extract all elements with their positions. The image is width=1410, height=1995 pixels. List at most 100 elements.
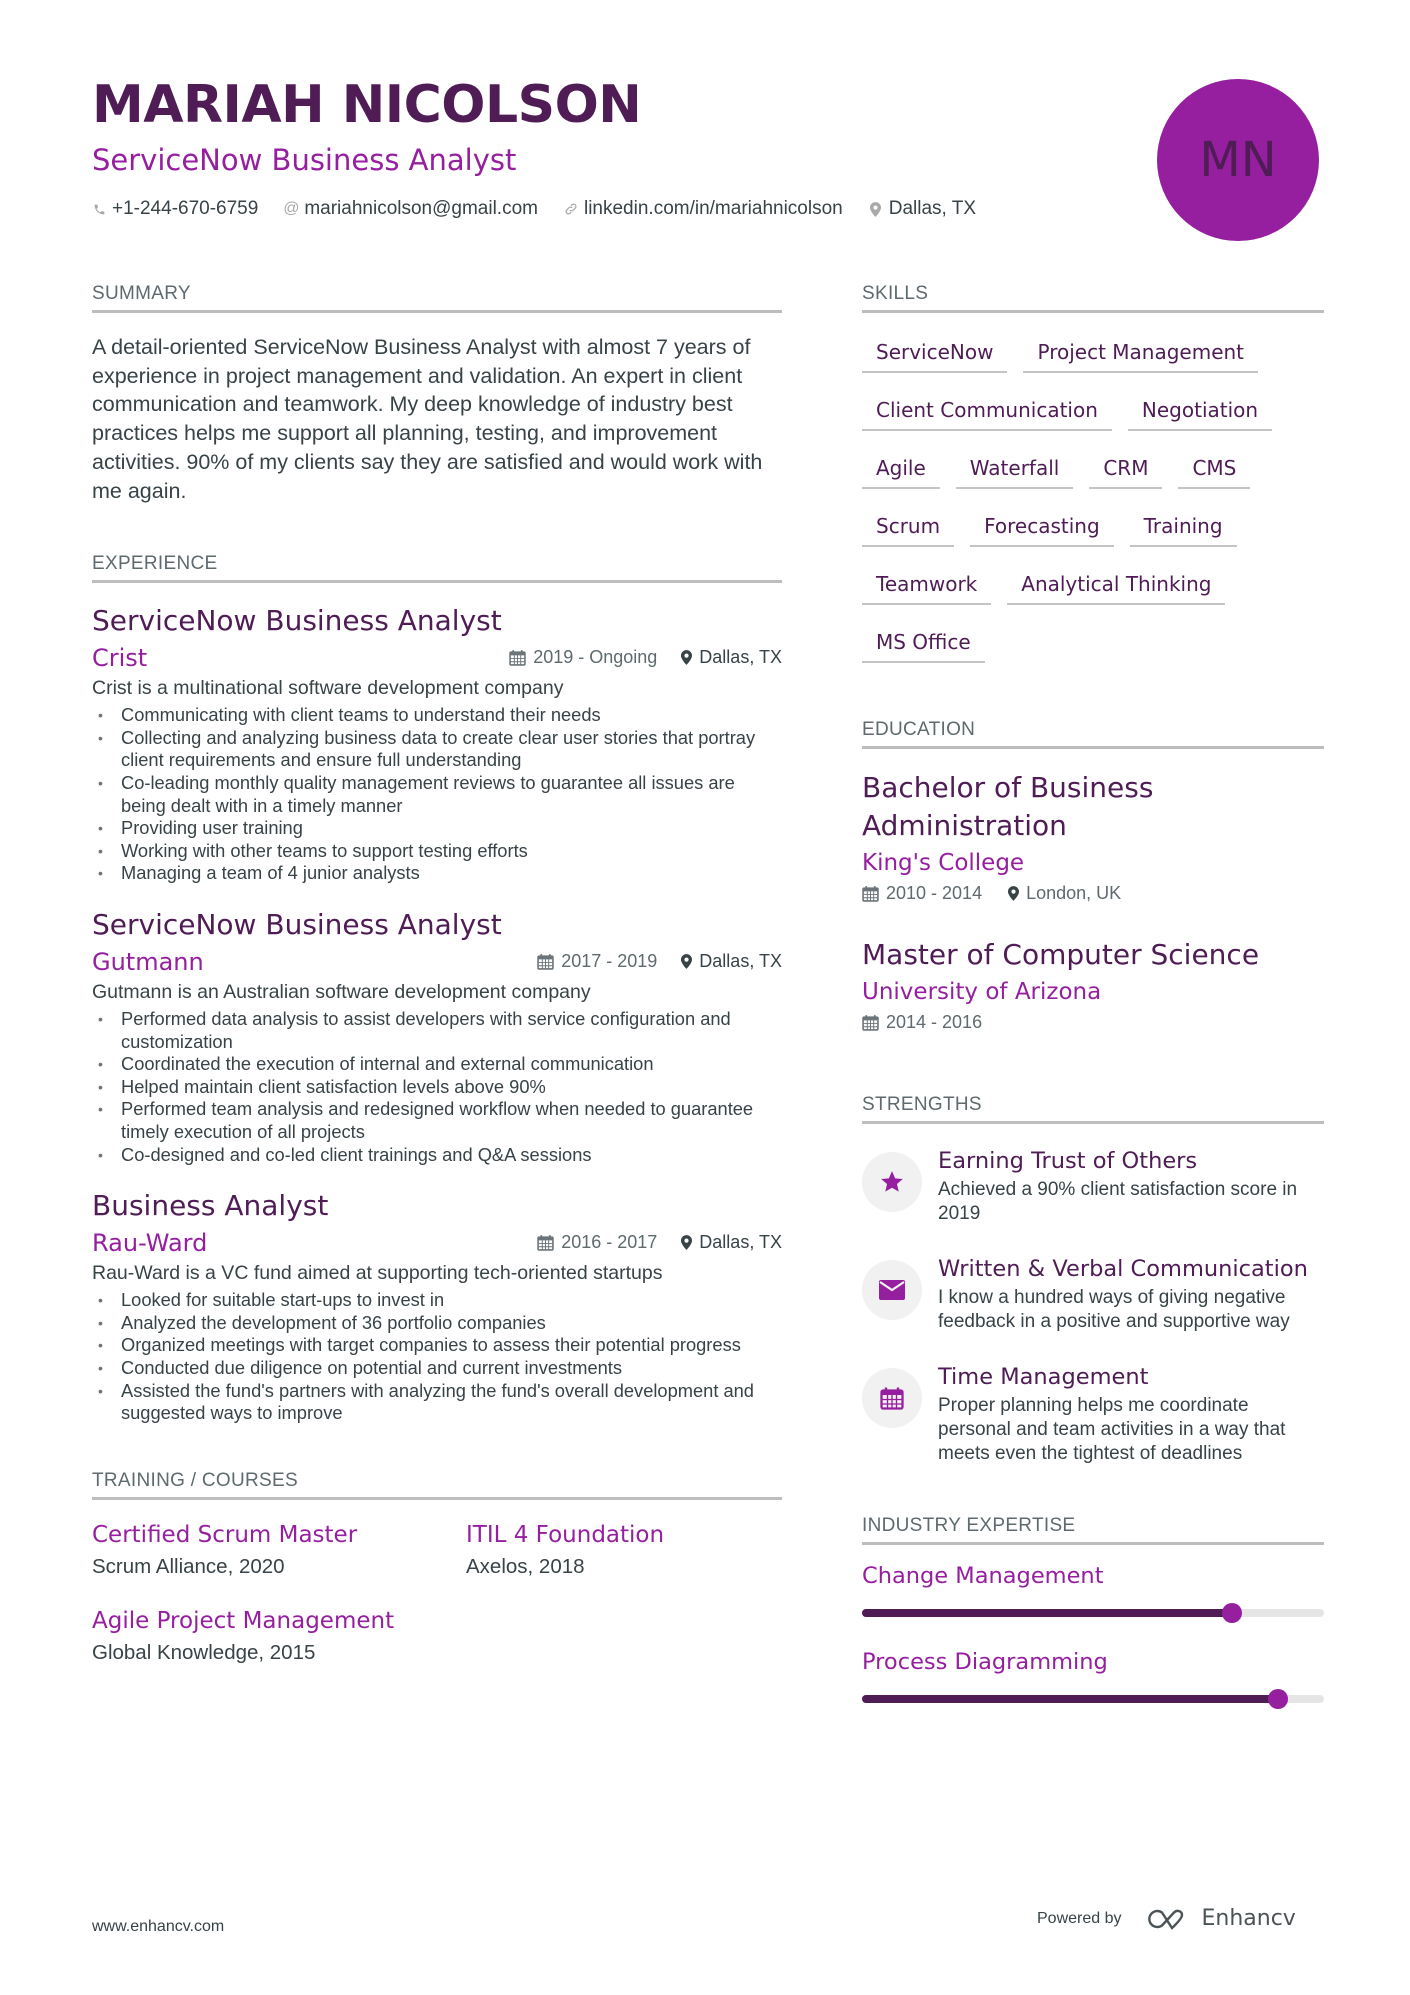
expertise-level-knob <box>1267 1689 1288 1709</box>
summary-text: A detail-oriented ServiceNow Business An… <box>92 335 763 503</box>
job-entry: ServiceNow Business Analyst Crist 2019 -… <box>92 603 782 885</box>
job-description: Crist is a multinational software develo… <box>92 677 564 700</box>
education-list: Bachelor of Business Administration King… <box>862 769 1324 1033</box>
job-entry: ServiceNow Business Analyst Gutmann 2017… <box>92 907 782 1166</box>
skill-tag: CRM <box>1089 451 1163 489</box>
education-meta: 2014 - 2016 <box>862 1012 1324 1033</box>
job-bullet: Co-designed and co-led client trainings … <box>92 1144 782 1167</box>
location-pin-icon <box>681 1235 693 1250</box>
expertise-item: Process Diagramming <box>862 1647 1324 1709</box>
skill-tag: Training <box>1129 509 1237 547</box>
job-dates-text: 2016 - 2017 <box>561 1232 658 1253</box>
expertise-level-knob <box>1221 1603 1242 1623</box>
calendar-icon <box>862 885 879 902</box>
strength-list: Earning Trust of Others Achieved a 90% c… <box>862 1146 1324 1466</box>
job-location: Dallas, TX <box>681 951 782 972</box>
strength-item: Earning Trust of Others Achieved a 90% c… <box>862 1146 1324 1226</box>
footer-website[interactable]: www.enhancv.com <box>92 1918 224 1936</box>
contact-email[interactable]: @ mariahnicolson@gmail.com <box>283 198 538 220</box>
contact-list: +1-244-670-6759 @ mariahnicolson@gmail.c… <box>92 198 1092 220</box>
strength-title: Written & Verbal Communication <box>938 1256 1308 1282</box>
contact-location: Dallas, TX <box>869 198 976 220</box>
contact-linkedin-text: linkedin.com/in/mariahnicolson <box>583 198 843 219</box>
education-dates: 2010 - 2014 <box>862 883 982 904</box>
strengths-section: STRENGTHS Earning Trust of Others Achiev… <box>862 1093 1324 1466</box>
skill-tag: ServiceNow <box>862 335 1008 373</box>
job-bullet: Organized meetings with target companies… <box>92 1334 782 1357</box>
job-location: Dallas, TX <box>681 1232 782 1253</box>
education-entry: Master of Computer Science University of… <box>862 936 1324 1033</box>
training-item: ITIL 4 Foundation Axelos, 2018 <box>466 1520 782 1584</box>
skill-tag: Negotiation <box>1127 393 1273 431</box>
section-title-training: TRAINING / COURSES <box>92 1469 782 1500</box>
skill-list: ServiceNow Project Management Client Commu… <box>862 335 1324 663</box>
skill-tag: Scrum <box>862 509 955 547</box>
industry-expertise-section: INDUSTRY EXPERTISE Change Management Pro… <box>862 1514 1324 1709</box>
strength-body: Written & Verbal Communication I know a … <box>938 1254 1324 1334</box>
training-item: Agile Project Management Global Knowledg… <box>92 1606 466 1670</box>
education-degree: Bachelor of Business Administration <box>862 771 1154 842</box>
job-meta-row: Crist 2019 - Ongoing Dallas, TX <box>92 643 782 673</box>
education-dates: 2014 - 2016 <box>862 1012 982 1033</box>
at-icon: @ <box>283 200 300 217</box>
summary-section: SUMMARY A detail-oriented ServiceNow Bus… <box>92 282 782 505</box>
section-title-industry-expertise: INDUSTRY EXPERTISE <box>862 1514 1324 1545</box>
strength-body: Time Management Proper planning helps me… <box>938 1362 1324 1466</box>
education-location: London, UK <box>1008 883 1121 904</box>
job-bullet: Performed team analysis and redesigned w… <box>92 1098 782 1143</box>
education-entry: Bachelor of Business Administration King… <box>862 769 1324 904</box>
right-column: SKILLS ServiceNow Project Management Clien… <box>862 282 1324 1709</box>
expertise-level-fill <box>862 1695 1278 1703</box>
strength-item: Written & Verbal Communication I know a … <box>862 1254 1324 1334</box>
job-bullet: Collecting and analyzing business data t… <box>92 727 782 772</box>
skill-tag: Waterfall <box>955 451 1074 489</box>
calendar-icon <box>537 1234 554 1251</box>
section-title-strengths: STRENGTHS <box>862 1093 1324 1124</box>
location-pin-icon <box>869 201 883 217</box>
expertise-level-bar <box>862 1689 1324 1709</box>
section-title-summary: SUMMARY <box>92 282 782 313</box>
education-dates-text: 2014 - 2016 <box>886 1012 983 1032</box>
job-dates: 2019 - Ongoing <box>509 647 657 668</box>
contact-location-text: Dallas, TX <box>888 198 977 219</box>
strength-description: Achieved a 90% client satisfaction score… <box>938 1179 1298 1224</box>
brand-name: Enhancv <box>1201 1906 1296 1931</box>
strength-title: Time Management <box>938 1364 1149 1390</box>
contact-phone[interactable]: +1-244-670-6759 <box>92 198 258 220</box>
expertise-list: Change Management Process Diagramming <box>862 1561 1324 1709</box>
skill-tag: Project Management <box>1023 335 1259 373</box>
job-location-text: Dallas, TX <box>699 647 782 668</box>
contact-linkedin[interactable]: linkedin.com/in/mariahnicolson <box>564 198 843 220</box>
expertise-name: Process Diagramming <box>862 1649 1108 1675</box>
skill-tag: Forecasting <box>970 509 1114 547</box>
contact-email-text: mariahnicolson@gmail.com <box>304 198 538 219</box>
job-dates-text: 2017 - 2019 <box>561 950 658 971</box>
training-org: Global Knowledge, 2015 <box>92 1640 316 1664</box>
skills-section: SKILLS ServiceNow Project Management Clien… <box>862 282 1324 663</box>
training-item: Certified Scrum Master Scrum Alliance, 2… <box>92 1520 466 1584</box>
training-name: Agile Project Management <box>92 1607 395 1634</box>
resume-header: MARIAH NICOLSON ServiceNow Business Anal… <box>92 70 1092 220</box>
education-meta: 2010 - 2014 London, UK <box>862 883 1324 904</box>
education-section: EDUCATION Bachelor of Business Administr… <box>862 718 1324 1033</box>
location-pin-icon <box>681 954 693 969</box>
education-degree: Master of Computer Science <box>862 938 1260 971</box>
job-list: ServiceNow Business Analyst Crist 2019 -… <box>92 603 782 1424</box>
job-bullet: Co-leading monthly quality management re… <box>92 772 782 817</box>
calendar-icon <box>537 953 554 970</box>
job-meta: 2019 - Ongoing Dallas, TX <box>509 647 782 668</box>
training-org: Scrum Alliance, 2020 <box>92 1554 285 1578</box>
contact-phone-text: +1-244-670-6759 <box>112 198 259 219</box>
job-meta-row: Gutmann 2017 - 2019 Dallas, TX <box>92 947 782 977</box>
powered-by-label: Powered by <box>1037 1909 1122 1927</box>
job-bullet: Helped maintain client satisfaction leve… <box>92 1076 782 1099</box>
enhancv-brand[interactable]: Enhancv <box>1146 1906 1296 1931</box>
job-dates: 2017 - 2019 <box>537 951 657 972</box>
job-bullet: Working with other teams to support test… <box>92 840 782 863</box>
candidate-name: MARIAH NICOLSON <box>92 75 642 135</box>
location-pin-icon <box>681 650 693 666</box>
strength-description: I know a hundred ways of giving negative… <box>938 1287 1290 1332</box>
skill-tag: CMS <box>1178 451 1251 489</box>
job-bullet: Communicating with client teams to under… <box>92 704 782 727</box>
strength-title: Earning Trust of Others <box>938 1148 1198 1174</box>
